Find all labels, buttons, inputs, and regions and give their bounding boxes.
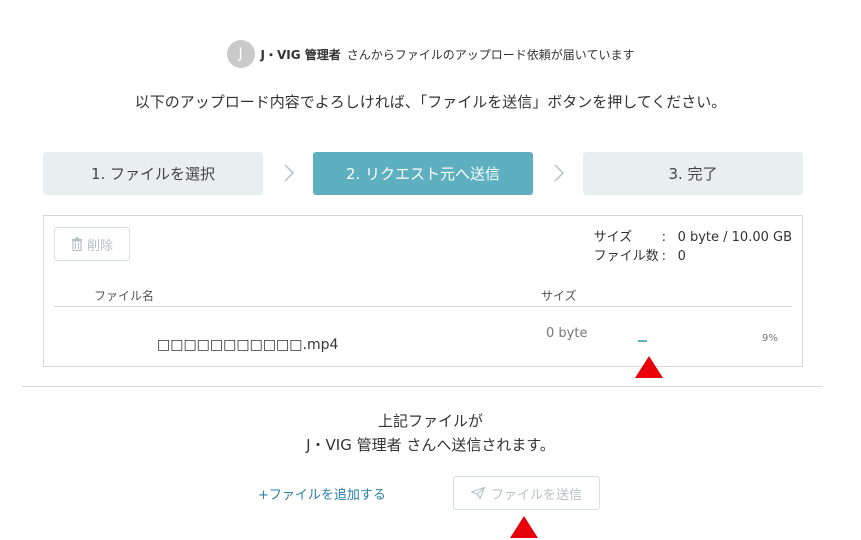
send-files-button[interactable]: ファイルを送信 (453, 476, 600, 510)
red-triangle-marker (510, 516, 538, 538)
file-list-panel: 削除 サイズ : 0 byte / 10.00 GB ファイル数 : 0 ファイ… (43, 215, 803, 367)
paper-plane-icon (470, 487, 485, 499)
file-size: 0 byte (546, 326, 588, 341)
requester-message: さんからファイルのアップロード依頼が届いています (346, 47, 635, 62)
confirmation-line-1: 上記ファイルが (377, 412, 483, 430)
column-header-filename: ファイル名 (94, 289, 155, 303)
colon: : (661, 230, 666, 245)
requester-name: J・VIG 管理者 (260, 47, 341, 62)
chevron-right-icon (284, 164, 295, 182)
chevron-right-icon (554, 164, 565, 182)
total-size-label: サイズ (593, 230, 633, 245)
step-select-file: 1. ファイルを選択 (43, 152, 263, 195)
add-files-link[interactable]: +ファイルを追加する (258, 484, 386, 503)
file-name: □□□□□□□□□□□.mp4 (157, 337, 339, 353)
upload-progress-bar (638, 340, 647, 342)
upload-summary: サイズ : 0 byte / 10.00 GB ファイル数 : 0 (594, 228, 792, 266)
delete-button[interactable]: 削除 (54, 227, 130, 261)
requester-avatar: J (226, 40, 255, 68)
step-send-to-requester: 2. リクエスト元へ送信 (313, 152, 533, 195)
step-complete: 3. 完了 (583, 152, 803, 195)
total-size-value: 0 byte / 10.00 GB (677, 230, 792, 245)
instruction-text: 以下のアップロード内容でよろしければ、「ファイルを送信」ボタンを押してください。 (134, 93, 727, 111)
section-divider (22, 386, 823, 387)
confirmation-line-2: J・VIG 管理者 さんへ送信されます。 (306, 436, 555, 454)
trash-icon (71, 237, 82, 251)
red-triangle-marker (635, 356, 663, 378)
step-indicator: 1. ファイルを選択 2. リクエスト元へ送信 3. 完了 (43, 152, 803, 195)
file-count-value: 0 (677, 249, 686, 264)
send-files-label: ファイルを送信 (490, 486, 582, 502)
upload-progress-percent: 9% (762, 333, 778, 344)
colon: : (661, 249, 666, 264)
confirmation-message: 上記ファイルが J・VIG 管理者 さんへ送信されます。 (0, 409, 861, 457)
delete-label: 削除 (86, 237, 113, 253)
requester-info: J J・VIG 管理者 さんからファイルのアップロード依頼が届いています (0, 40, 861, 68)
table-header-divider (54, 306, 792, 307)
file-count-label: ファイル数 (593, 249, 659, 264)
column-header-size: サイズ (541, 289, 577, 303)
